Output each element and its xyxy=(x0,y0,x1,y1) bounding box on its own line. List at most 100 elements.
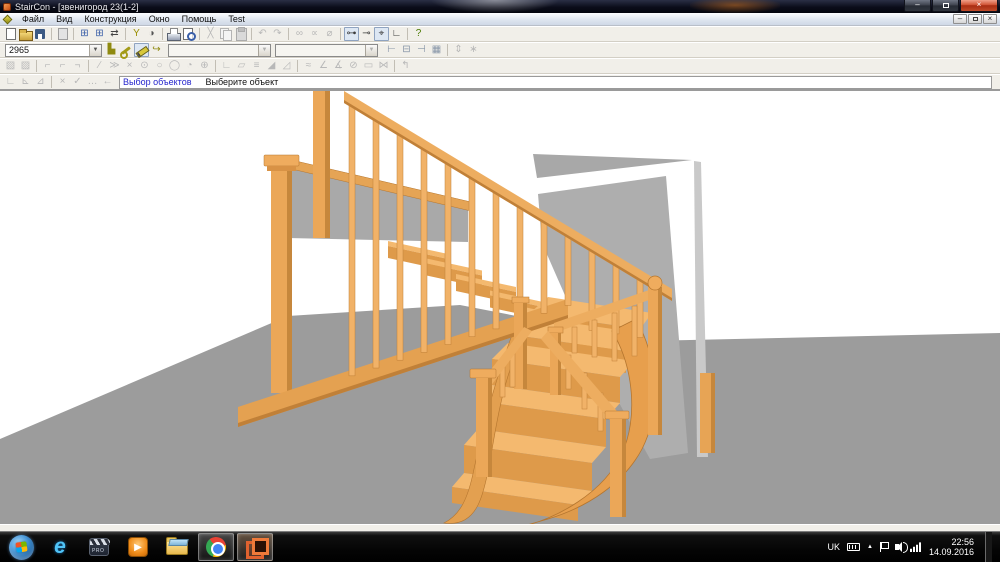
measure-icon[interactable]: Y xyxy=(129,27,144,41)
dimension-icon[interactable]: ⊶ xyxy=(344,27,359,41)
windows-media-player-icon[interactable]: ▶ xyxy=(120,533,156,561)
circle-icon[interactable]: ○ xyxy=(152,59,167,73)
close-button[interactable]: × xyxy=(960,0,998,12)
back-icon[interactable]: ↰ xyxy=(398,59,413,73)
child-close-button[interactable]: × xyxy=(983,14,997,24)
copy-icon[interactable] xyxy=(218,27,233,41)
new-document-icon[interactable] xyxy=(3,27,18,41)
language-indicator[interactable]: UK xyxy=(827,542,840,552)
menu-item-test[interactable]: Test xyxy=(222,13,251,26)
angle-measure-icon[interactable]: ∡ xyxy=(331,59,346,73)
profile-combobox[interactable]: ▼ xyxy=(275,43,378,57)
chevron-down-icon[interactable]: ▼ xyxy=(89,44,101,56)
corner-icon[interactable]: ∟ xyxy=(219,59,234,73)
circle-center-icon[interactable]: ⊙ xyxy=(137,59,152,73)
confirm-icon[interactable]: ✓ xyxy=(70,75,85,89)
minimize-button[interactable]: – xyxy=(904,0,931,12)
material-combobox[interactable]: ▼ xyxy=(168,43,271,57)
distribute-icon[interactable]: ∗ xyxy=(466,43,481,57)
snap-icon[interactable]: ⌐ xyxy=(40,59,55,73)
chamfer-icon[interactable]: ◿ xyxy=(279,59,294,73)
export-icon[interactable]: ↪ xyxy=(149,43,164,57)
region-icon[interactable]: ▱ xyxy=(234,59,249,73)
align-center-icon[interactable]: ⊟ xyxy=(399,43,414,57)
stair-select-combobox[interactable]: 2965 ▼ xyxy=(5,43,102,57)
line-icon[interactable]: ∕ xyxy=(92,59,107,73)
iso-corner3-icon[interactable]: ⊿ xyxy=(33,75,48,89)
circle-3p-icon[interactable]: ◯ xyxy=(167,59,182,73)
menu-item-help[interactable]: Помощь xyxy=(176,13,223,26)
polyline-icon[interactable]: ≫ xyxy=(107,59,122,73)
more-icon[interactable]: … xyxy=(85,75,100,89)
redo-icon[interactable]: ↷ xyxy=(270,27,285,41)
edit-pencil-icon[interactable] xyxy=(134,43,149,57)
command-prompt-field[interactable]: Выбор объектов Выберите объект xyxy=(119,75,992,89)
menu-item-window[interactable]: Окно xyxy=(143,13,176,26)
network-signal-icon[interactable] xyxy=(909,542,922,552)
undo-icon[interactable]: ↶ xyxy=(255,27,270,41)
child-minimize-button[interactable]: – xyxy=(953,14,967,24)
select-add-icon[interactable]: ▨ xyxy=(18,59,33,73)
menu-item-view[interactable]: Вид xyxy=(50,13,78,26)
chrome-icon[interactable] xyxy=(198,533,234,561)
save-icon[interactable] xyxy=(33,27,48,41)
wrench-icon[interactable] xyxy=(119,43,134,59)
clock[interactable]: 22:56 14.09.2016 xyxy=(929,537,974,557)
keyboard-icon[interactable] xyxy=(847,543,860,551)
link-break-icon[interactable]: ⌀ xyxy=(322,27,337,41)
arc-icon[interactable]: ◔ xyxy=(182,59,197,73)
cancel-icon[interactable]: × xyxy=(55,75,70,89)
dimension-point-icon[interactable]: ⊸ xyxy=(359,27,374,41)
snap-end-icon[interactable]: ¬ xyxy=(70,59,85,73)
window-grid2-icon[interactable]: ⊞ xyxy=(92,27,107,41)
crosshair-icon[interactable]: ⌖ xyxy=(374,27,389,41)
settings-sliders-icon[interactable]: ⇄ xyxy=(107,27,122,41)
spline-icon[interactable]: ≈ xyxy=(301,59,316,73)
rect-icon[interactable]: ▭ xyxy=(361,59,376,73)
mirror-icon[interactable]: ⋈ xyxy=(376,59,391,73)
menu-item-construction[interactable]: Конструкция xyxy=(78,13,142,26)
move-icon[interactable]: ⊕ xyxy=(197,59,212,73)
open-folder-icon[interactable] xyxy=(18,27,33,41)
document-properties-icon[interactable] xyxy=(55,27,70,41)
show-desktop-button[interactable] xyxy=(985,532,992,562)
disable-icon[interactable]: ⊘ xyxy=(346,59,361,73)
link-icon[interactable]: ∞ xyxy=(292,27,307,41)
select-icon[interactable]: ▧ xyxy=(3,59,18,73)
move-up-down-icon[interactable]: ⇕ xyxy=(451,43,466,57)
iso-corner-icon[interactable]: ∟ xyxy=(3,75,18,89)
child-restore-button[interactable] xyxy=(968,14,982,24)
view-mode-icon[interactable]: ◑ xyxy=(144,27,159,41)
window-grid-icon[interactable]: ⊞ xyxy=(77,27,92,41)
angle-icon[interactable]: ∠ xyxy=(316,59,331,73)
maximize-button[interactable] xyxy=(932,0,959,12)
back-arrow-icon[interactable]: ← xyxy=(100,75,115,89)
internet-explorer-icon[interactable]: e xyxy=(42,533,78,561)
cut-icon[interactable]: ╳ xyxy=(203,27,218,41)
menu-item-file[interactable]: Файл xyxy=(16,13,50,26)
paste-icon[interactable] xyxy=(233,27,248,41)
hatch-icon[interactable]: ≡ xyxy=(249,59,264,73)
chevron-down-icon[interactable]: ▼ xyxy=(365,44,377,56)
align-right-icon[interactable]: ⊣ xyxy=(414,43,429,57)
chevron-down-icon[interactable]: ▼ xyxy=(258,44,270,56)
print-preview-icon[interactable] xyxy=(181,27,196,41)
delete-icon[interactable]: × xyxy=(122,59,137,73)
3d-viewport[interactable] xyxy=(0,89,1000,524)
link-edit-icon[interactable]: ∝ xyxy=(307,27,322,41)
fillet-icon[interactable]: ◢ xyxy=(264,59,279,73)
action-center-flag-icon[interactable] xyxy=(879,542,889,552)
staircon-icon[interactable] xyxy=(237,533,273,561)
iso-corner2-icon[interactable]: ⊾ xyxy=(18,75,33,89)
start-button[interactable] xyxy=(3,533,39,561)
align-left-icon[interactable]: ⊢ xyxy=(384,43,399,57)
help-icon[interactable]: ? xyxy=(411,27,426,41)
corner-angle-icon[interactable]: ∟ xyxy=(389,27,404,41)
media-player-classic-icon[interactable] xyxy=(81,533,117,561)
show-hidden-icons-button[interactable]: ▲ xyxy=(867,544,873,550)
grid-view-icon[interactable]: ▦ xyxy=(429,43,444,57)
print-icon[interactable] xyxy=(166,27,181,41)
speaker-icon[interactable] xyxy=(894,542,908,553)
fittings-icon[interactable]: ▙ xyxy=(104,43,119,57)
explorer-folder-icon[interactable] xyxy=(159,533,195,561)
